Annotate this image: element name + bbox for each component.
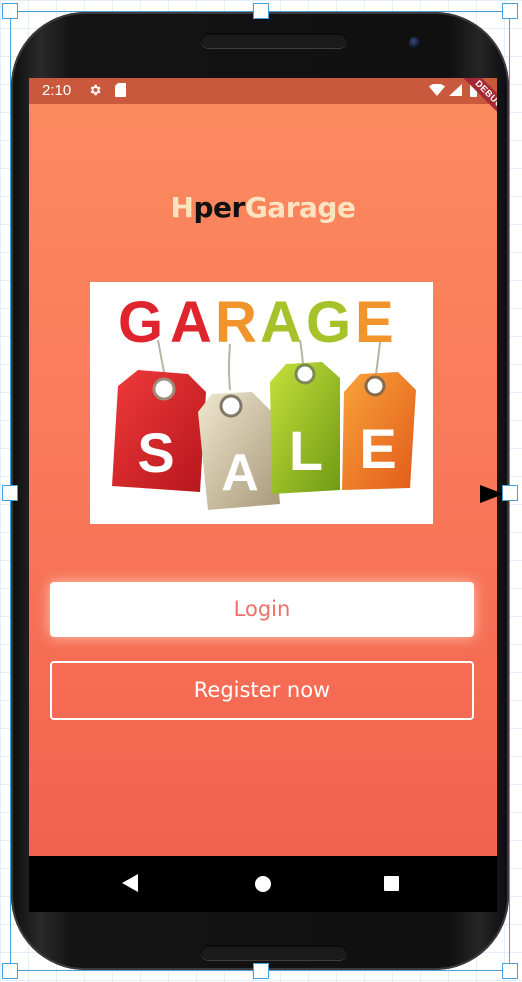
tag-letter-e: E	[359, 417, 396, 480]
resize-handle-top-right[interactable]	[502, 3, 518, 19]
sale-tag-s: S	[112, 370, 206, 492]
earpiece-speaker	[201, 33, 347, 48]
resize-handle-middle-right[interactable]	[502, 485, 518, 501]
resize-handle-bottom-right[interactable]	[502, 963, 518, 979]
brand-part-garage: Garage	[244, 191, 356, 224]
register-now-button[interactable]: Register now	[50, 661, 474, 720]
tag-letter-a: A	[221, 444, 259, 502]
signal-icon	[449, 84, 462, 96]
garage-letter-a1: A	[170, 290, 212, 355]
resize-handle-top-center[interactable]	[253, 3, 269, 19]
status-time: 2:10	[42, 82, 72, 99]
garage-letter-e: E	[355, 290, 394, 355]
garage-sale-image: G A R A G E S A L E	[90, 282, 433, 524]
recents-icon[interactable]	[384, 876, 399, 891]
brand-part-h: H	[170, 191, 194, 224]
sale-tag-a: A	[198, 392, 280, 510]
front-camera	[409, 37, 420, 48]
resize-arrow-icon	[480, 485, 504, 503]
status-bar: 2:10	[29, 78, 497, 104]
tag-letter-s: S	[137, 421, 174, 484]
app-screen: 2:10 DEBUG HperGarage G A R A G E S A L …	[29, 78, 497, 856]
tag-letter-l: L	[289, 419, 323, 482]
sd-card-icon	[115, 83, 126, 97]
garage-letter-r: R	[215, 290, 257, 355]
garage-letter-g2: G	[306, 290, 351, 355]
back-icon[interactable]	[122, 874, 138, 892]
login-button[interactable]: Login	[50, 582, 474, 637]
wifi-icon	[429, 84, 445, 96]
resize-handle-top-left[interactable]	[2, 3, 18, 19]
home-icon[interactable]	[255, 876, 271, 892]
brand-part-per: per	[193, 191, 245, 224]
gear-icon	[90, 84, 101, 96]
resize-handle-bottom-left[interactable]	[2, 963, 18, 979]
garage-letter-g1: G	[118, 290, 163, 355]
sale-tag-e: E	[342, 372, 416, 490]
resize-handle-middle-left[interactable]	[2, 485, 18, 501]
sale-tag-l: L	[270, 362, 340, 494]
navigation-bar	[29, 856, 497, 912]
resize-handle-bottom-center[interactable]	[253, 963, 269, 979]
garage-letter-a2: A	[260, 290, 302, 355]
design-canvas: 2:10 DEBUG HperGarage G A R A G E S A L …	[0, 0, 522, 982]
bottom-speaker	[201, 945, 347, 960]
app-brand-title: HperGarage	[29, 191, 497, 224]
